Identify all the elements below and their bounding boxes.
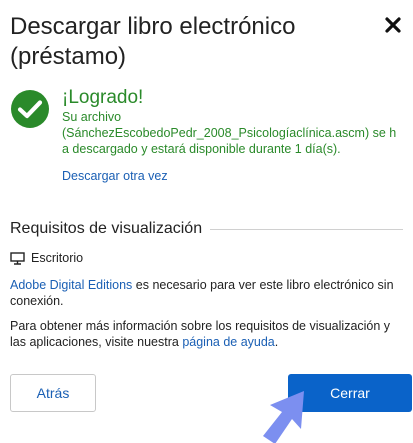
adobe-digital-editions-link[interactable]: Adobe Digital Editions [10, 278, 132, 292]
help-page-link[interactable]: página de ayuda [182, 335, 274, 349]
platform-label: Escritorio [31, 251, 84, 265]
close-button[interactable]: Cerrar [288, 374, 412, 412]
success-line1: Su archivo [62, 110, 122, 124]
check-circle-icon [10, 89, 50, 129]
platform-row: Escritorio [10, 251, 83, 265]
back-button[interactable]: Atrás [10, 374, 96, 412]
success-title: ¡Logrado! [62, 87, 144, 108]
help-info-end: . [274, 335, 279, 349]
help-info: Para obtener más información sobre los r… [10, 318, 403, 350]
monitor-icon [10, 251, 25, 265]
divider [210, 228, 403, 230]
download-dialog: Descargar libro electrónico (préstamo) ¡… [0, 0, 413, 443]
redownload-link[interactable]: Descargar otra vez [62, 169, 397, 183]
success-text: ¡Logrado! Su archivo (SánchezEscobedoPed… [62, 87, 397, 183]
close-icon[interactable] [383, 14, 403, 36]
adobe-requirement: Adobe Digital Editions es necesario para… [10, 277, 403, 309]
dialog-title: Descargar libro electrónico (préstamo) [10, 13, 296, 70]
requirements-heading: Requisitos de visualización [10, 218, 403, 240]
requirements-title: Requisitos de visualización [10, 220, 203, 237]
success-message: (SánchezEscobedoPedr_2008_Psicologíaclín… [62, 126, 397, 156]
